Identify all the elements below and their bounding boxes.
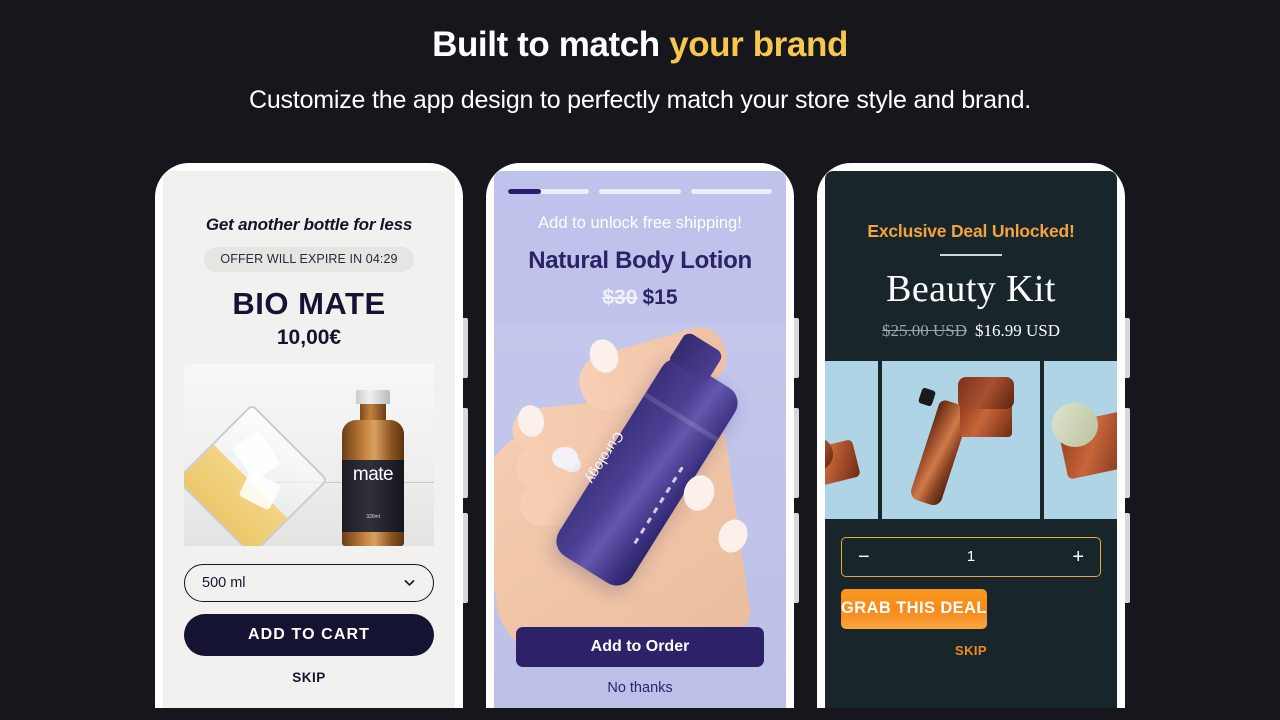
jar-lid xyxy=(958,376,1014,409)
product-gallery xyxy=(825,360,1117,519)
progress-segment-fill xyxy=(508,188,541,194)
phone-screen-2: Add to unlock free shipping! Natural Bod… xyxy=(494,170,786,708)
phone-mockup-1: Get another bottle for less OFFER WILL E… xyxy=(155,162,468,708)
phone-side-button-mute[interactable] xyxy=(794,317,799,378)
phone-side-button-volume-up[interactable] xyxy=(794,407,799,498)
phone-mockup-2: Add to unlock free shipping! Natural Bod… xyxy=(486,162,799,708)
page-subtitle: Customize the app design to perfectly ma… xyxy=(248,85,1032,114)
gallery-thumbnail[interactable] xyxy=(882,360,1040,519)
phone-mockup-3: Exclusive Deal Unlocked! Beauty Kit $25.… xyxy=(817,162,1130,708)
pump-nozzle xyxy=(917,386,937,407)
bottle-label-volume: 330ml xyxy=(366,513,380,520)
grab-this-deal-button[interactable]: GRAB THIS DEAL xyxy=(841,588,987,629)
progress-stepper xyxy=(494,171,786,194)
price-original: $25.00 USD xyxy=(881,320,967,340)
quantity-stepper[interactable]: − 1 + xyxy=(841,536,1101,577)
mate-bottle: mate 330ml xyxy=(342,389,404,546)
bottle-ring xyxy=(643,391,719,442)
jar-lid xyxy=(1052,402,1098,447)
phone-mockups-row: Get another bottle for less OFFER WILL E… xyxy=(0,162,1280,708)
progress-segment xyxy=(599,188,681,194)
phone-side-button-volume-up[interactable] xyxy=(463,407,468,498)
headline-main: Built to match xyxy=(432,25,670,64)
chevron-down-icon xyxy=(404,580,415,586)
product-price: $30 $15 xyxy=(494,286,786,310)
phone-side-button-mute[interactable] xyxy=(463,317,468,378)
price-discounted: $15 xyxy=(642,285,678,309)
skip-link[interactable]: No thanks xyxy=(516,680,764,696)
price-discounted: $16.99 USD xyxy=(975,320,1061,340)
add-to-order-button[interactable]: Add to Order xyxy=(516,626,764,667)
lotion-dollop xyxy=(552,446,578,469)
quantity-decrement-button[interactable]: − xyxy=(858,547,870,567)
page-title: Built to match your brand xyxy=(0,25,1280,65)
divider xyxy=(940,253,1002,256)
product-title: Natural Body Lotion xyxy=(528,246,752,274)
exclusive-deal-kicker: Exclusive Deal Unlocked! xyxy=(867,220,1075,241)
phone-side-button-volume-down[interactable] xyxy=(463,512,468,603)
upsell-kicker: Get another bottle for less xyxy=(205,214,413,234)
headline-accent: your brand xyxy=(669,25,848,64)
variant-select-value: 500 ml xyxy=(202,574,246,591)
phone-side-button-volume-down[interactable] xyxy=(794,512,799,603)
product-price: 10,00€ xyxy=(276,325,342,349)
page-header: Built to match your brand Customize the … xyxy=(0,0,1280,115)
add-to-cart-button[interactable]: ADD TO CART xyxy=(184,613,434,656)
phone-side-button-mute[interactable] xyxy=(1125,317,1130,378)
bottle-brand-text: mate xyxy=(352,463,394,485)
free-shipping-kicker: Add to unlock free shipping! xyxy=(538,213,742,232)
bottle-cap xyxy=(356,389,390,404)
phone-screen-3: Exclusive Deal Unlocked! Beauty Kit $25.… xyxy=(825,170,1117,708)
gallery-thumbnail[interactable] xyxy=(825,360,878,519)
phone2-actions: Add to Order No thanks xyxy=(494,626,786,708)
progress-segment xyxy=(690,188,772,194)
product-title: Beauty Kit xyxy=(886,267,1056,310)
offer-timer-badge: OFFER WILL EXPIRE IN 04:29 xyxy=(204,246,414,272)
phone-screen-1: Get another bottle for less OFFER WILL E… xyxy=(163,170,455,708)
glass-of-mate xyxy=(184,403,329,546)
skip-link[interactable]: SKIP xyxy=(825,643,1117,658)
price-original: $30 xyxy=(602,285,638,309)
phone3-header: Exclusive Deal Unlocked! Beauty Kit $25.… xyxy=(825,171,1117,341)
variant-select[interactable]: 500 ml xyxy=(184,563,434,602)
product-title: BIO MATE xyxy=(232,285,386,321)
gallery-thumbnail[interactable] xyxy=(1044,360,1117,519)
phone-side-button-volume-up[interactable] xyxy=(1125,407,1130,498)
product-price: $25.00 USD $16.99 USD xyxy=(841,321,1101,341)
quantity-increment-button[interactable]: + xyxy=(1072,547,1084,567)
skip-link[interactable]: SKIP xyxy=(184,670,434,685)
quantity-value: 1 xyxy=(966,548,976,565)
phone-side-button-volume-down[interactable] xyxy=(1125,512,1130,603)
progress-segment xyxy=(508,188,590,194)
product-image: mate 330ml xyxy=(184,363,434,546)
